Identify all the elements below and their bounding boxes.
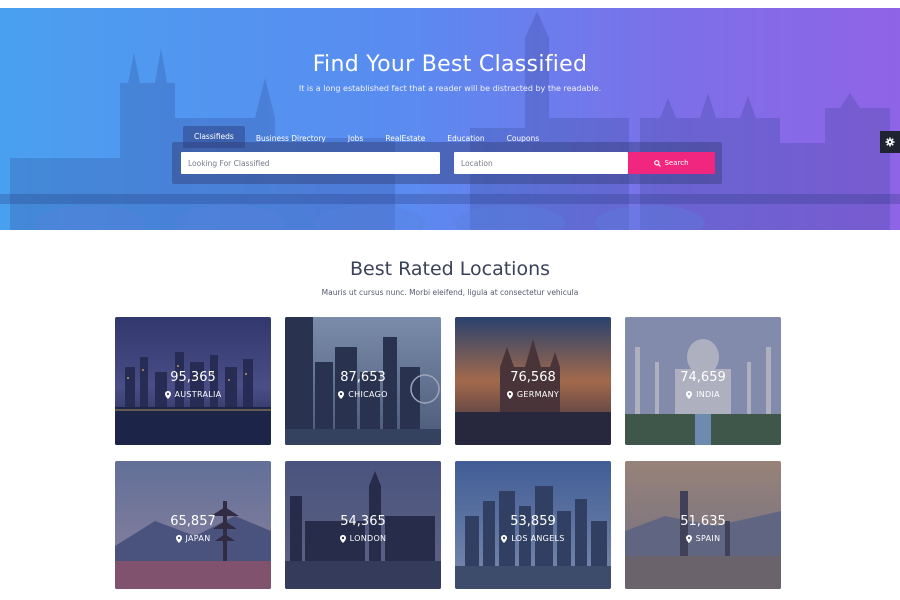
map-marker-icon <box>686 390 693 399</box>
location-count: 87,653 <box>340 370 386 385</box>
location-count: 65,857 <box>170 514 216 529</box>
location-input[interactable] <box>454 152 628 174</box>
location-label: CHICAGO <box>348 390 388 399</box>
map-marker-icon <box>685 534 692 543</box>
settings-toggle-button[interactable] <box>880 131 900 153</box>
hero-title: Find Your Best Classified <box>312 52 588 77</box>
location-card-los-angels[interactable]: 53,859 LOS ANGELS <box>455 461 611 589</box>
location-name: INDIA <box>625 390 781 399</box>
search-panel: Search <box>172 142 722 184</box>
search-icon <box>654 159 662 167</box>
section-title: Best Rated Locations <box>349 258 551 280</box>
gear-icon <box>885 137 895 147</box>
classified-search-input[interactable] <box>181 152 440 174</box>
location-label: AUSTRALIA <box>174 390 222 399</box>
location-label: LOS ANGELS <box>511 534 565 543</box>
location-card-chicago[interactable]: 87,653 CHICAGO <box>285 317 441 445</box>
map-marker-icon <box>501 534 508 543</box>
location-label: INDIA <box>696 390 720 399</box>
top-strip <box>0 0 900 8</box>
location-card-india[interactable]: 74,659 INDIA <box>625 317 781 445</box>
location-card-germany[interactable]: 76,568 GERMANY <box>455 317 611 445</box>
hero-subtitle: It is a long established fact that a rea… <box>298 84 602 93</box>
location-card-japan[interactable]: 65,857 JAPAN <box>115 461 271 589</box>
location-name: LOS ANGELS <box>455 534 611 543</box>
location-name: SPAIN <box>625 534 781 543</box>
map-marker-icon <box>175 534 182 543</box>
hero-banner: Find Your Best Classified It is a long e… <box>0 8 900 230</box>
map-marker-icon <box>338 390 345 399</box>
location-label: JAPAN <box>185 534 211 543</box>
location-count: 95,365 <box>170 370 216 385</box>
location-card-australia[interactable]: 95,365 AUSTRALIA <box>115 317 271 445</box>
location-name: GERMANY <box>455 390 611 399</box>
map-marker-icon <box>506 390 513 399</box>
location-count: 54,365 <box>340 514 386 529</box>
location-count: 74,659 <box>680 370 726 385</box>
location-name: JAPAN <box>115 534 271 543</box>
location-name: LONDON <box>285 534 441 543</box>
map-marker-icon <box>339 534 346 543</box>
search-button[interactable]: Search <box>628 152 715 174</box>
location-name: AUSTRALIA <box>115 390 271 399</box>
location-name: CHICAGO <box>285 390 441 399</box>
location-count: 51,635 <box>680 514 726 529</box>
location-label: SPAIN <box>695 534 721 543</box>
search-button-label: Search <box>664 159 689 167</box>
location-label: LONDON <box>349 534 387 543</box>
location-count: 53,859 <box>510 514 556 529</box>
location-count: 76,568 <box>510 370 556 385</box>
section-subtitle: Mauris ut cursus nunc. Morbi eleifend, l… <box>321 288 579 297</box>
hero-skyline-background <box>0 11 900 230</box>
location-card-london[interactable]: 54,365 LONDON <box>285 461 441 589</box>
location-card-spain[interactable]: 51,635 SPAIN <box>625 461 781 589</box>
location-label: GERMANY <box>516 390 560 399</box>
map-marker-icon <box>164 390 171 399</box>
